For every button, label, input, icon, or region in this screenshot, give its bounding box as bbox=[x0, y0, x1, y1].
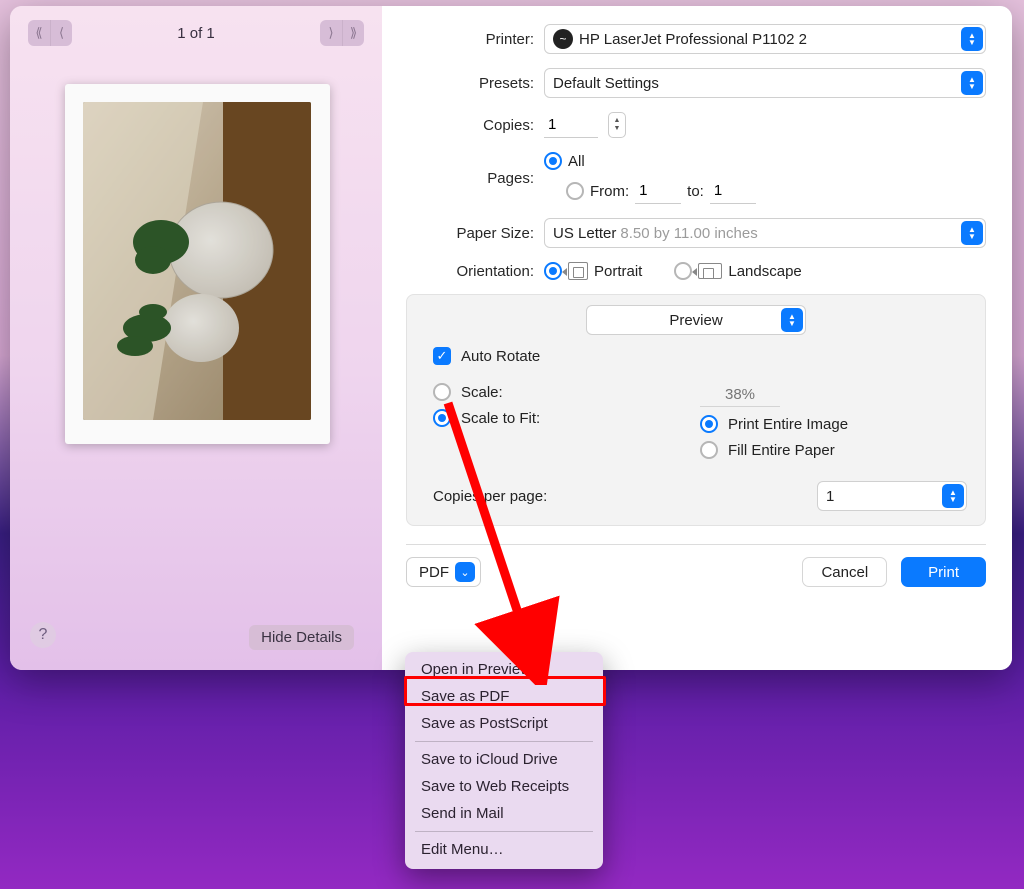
select-arrows-icon: ▲▼ bbox=[781, 308, 803, 332]
first-page-icon[interactable]: ⟪ bbox=[28, 20, 50, 46]
page-nav-next-last[interactable]: ⟩ ⟫ bbox=[320, 20, 364, 46]
pages-to-input[interactable] bbox=[710, 178, 756, 204]
scale-to-fit-radio[interactable] bbox=[433, 409, 451, 427]
pages-range-radio[interactable] bbox=[566, 182, 584, 200]
help-icon: ? bbox=[39, 626, 48, 644]
print-entire-label: Print Entire Image bbox=[728, 416, 848, 433]
next-page-icon[interactable]: ⟩ bbox=[320, 20, 342, 46]
paper-size-hint: 8.50 by 11.00 inches bbox=[620, 225, 757, 242]
divider bbox=[406, 544, 986, 545]
copies-input[interactable] bbox=[544, 112, 598, 138]
printer-select[interactable]: ~ HP LaserJet Professional P1102 2 ▲▼ bbox=[544, 24, 986, 54]
page-nav-first-prev[interactable]: ⟪ ⟨ bbox=[28, 20, 72, 46]
orientation-landscape-label: Landscape bbox=[728, 263, 801, 280]
copies-per-page-value: 1 bbox=[826, 488, 834, 505]
print-dialog: ⟪ ⟨ 1 of 1 ⟩ ⟫ bbox=[10, 6, 1012, 670]
orientation-label: Orientation: bbox=[382, 263, 544, 280]
pages-from-label: From: bbox=[590, 183, 629, 200]
pages-label: Pages: bbox=[382, 170, 544, 187]
menu-separator bbox=[415, 831, 593, 832]
auto-rotate-checkbox[interactable]: ✓ bbox=[433, 347, 451, 365]
copies-per-page-select[interactable]: 1 ▲▼ bbox=[817, 481, 967, 511]
pages-all-label: All bbox=[568, 153, 585, 170]
menu-edit-menu[interactable]: Edit Menu… bbox=[405, 836, 603, 863]
presets-select[interactable]: Default Settings ▲▼ bbox=[544, 68, 986, 98]
preview-pane: ⟪ ⟨ 1 of 1 ⟩ ⟫ bbox=[10, 6, 382, 670]
last-page-icon[interactable]: ⟫ bbox=[342, 20, 364, 46]
pages-to-label: to: bbox=[687, 183, 704, 200]
pages-from-input[interactable] bbox=[635, 178, 681, 204]
print-button[interactable]: Print bbox=[901, 557, 986, 587]
orientation-portrait-radio[interactable] bbox=[544, 262, 562, 280]
pages-all-radio[interactable] bbox=[544, 152, 562, 170]
printer-status-icon: ~ bbox=[553, 29, 573, 49]
pdf-menu-button[interactable]: PDF ⌄ bbox=[406, 557, 481, 587]
menu-save-to-icloud[interactable]: Save to iCloud Drive bbox=[405, 746, 603, 773]
select-arrows-icon: ▲▼ bbox=[961, 27, 983, 51]
select-arrows-icon: ▲▼ bbox=[942, 484, 964, 508]
paper-size-select[interactable]: US Letter 8.50 by 11.00 inches ▲▼ bbox=[544, 218, 986, 248]
page-thumbnail bbox=[65, 84, 330, 444]
scale-percent-input[interactable] bbox=[700, 383, 780, 407]
portrait-icon bbox=[568, 262, 588, 280]
menu-save-as-postscript[interactable]: Save as PostScript bbox=[405, 710, 603, 737]
fill-paper-radio[interactable] bbox=[700, 441, 718, 459]
thumbnail-image bbox=[83, 102, 311, 420]
select-arrows-icon: ▲▼ bbox=[961, 71, 983, 95]
scale-label: Scale: bbox=[461, 384, 503, 401]
copies-per-page-label: Copies per page: bbox=[433, 488, 817, 505]
presets-value: Default Settings bbox=[553, 75, 659, 92]
cancel-button[interactable]: Cancel bbox=[802, 557, 887, 587]
menu-save-to-web-receipts[interactable]: Save to Web Receipts bbox=[405, 773, 603, 800]
chevron-down-icon: ⌄ bbox=[455, 562, 475, 582]
landscape-icon bbox=[698, 263, 722, 279]
auto-rotate-label: Auto Rotate bbox=[461, 348, 540, 365]
orientation-portrait-label: Portrait bbox=[594, 263, 642, 280]
hide-details-button[interactable]: Hide Details bbox=[249, 625, 354, 650]
paper-size-value: US Letter bbox=[553, 225, 616, 242]
help-button[interactable]: ? bbox=[30, 622, 56, 648]
settings-pane: Printer: ~ HP LaserJet Professional P110… bbox=[382, 6, 1012, 670]
printer-value: HP LaserJet Professional P1102 2 bbox=[579, 31, 807, 48]
paper-size-label: Paper Size: bbox=[382, 225, 544, 242]
menu-separator bbox=[415, 741, 593, 742]
menu-open-in-preview[interactable]: Open in Preview bbox=[405, 656, 603, 683]
menu-send-in-mail[interactable]: Send in Mail bbox=[405, 800, 603, 827]
scale-to-fit-label: Scale to Fit: bbox=[461, 410, 540, 427]
page-counter: 1 of 1 bbox=[84, 25, 308, 42]
copies-label: Copies: bbox=[382, 117, 544, 134]
pdf-dropdown-menu: Open in Preview Save as PDF Save as Post… bbox=[405, 652, 603, 869]
printer-label: Printer: bbox=[382, 31, 544, 48]
menu-save-as-pdf[interactable]: Save as PDF bbox=[405, 683, 603, 710]
print-entire-radio[interactable] bbox=[700, 415, 718, 433]
copies-stepper[interactable]: ▲▼ bbox=[608, 112, 626, 138]
scale-radio[interactable] bbox=[433, 383, 451, 401]
orientation-landscape-radio[interactable] bbox=[674, 262, 692, 280]
pdf-menu-label: PDF bbox=[419, 564, 449, 581]
prev-page-icon[interactable]: ⟨ bbox=[50, 20, 72, 46]
app-section-value: Preview bbox=[595, 312, 797, 329]
app-options-panel: Preview ▲▼ ✓ Auto Rotate Scale: Scale to… bbox=[406, 294, 986, 526]
fill-paper-label: Fill Entire Paper bbox=[728, 442, 835, 459]
app-section-select[interactable]: Preview ▲▼ bbox=[586, 305, 806, 335]
presets-label: Presets: bbox=[382, 75, 544, 92]
select-arrows-icon: ▲▼ bbox=[961, 221, 983, 245]
